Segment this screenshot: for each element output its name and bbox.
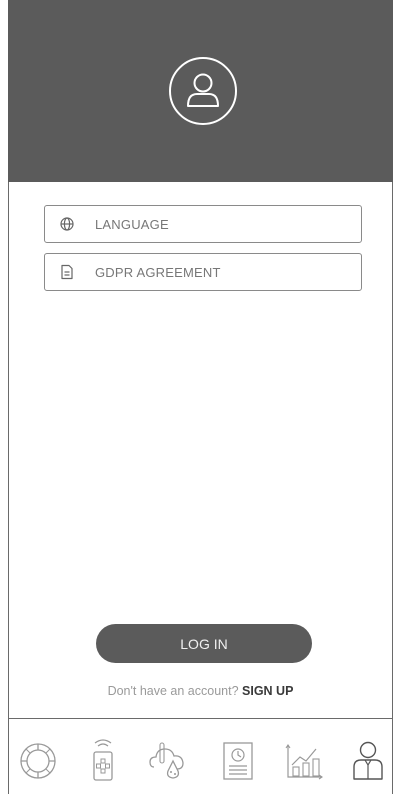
menu-item-gdpr-agreement[interactable]: GDPR AGREEMENT [44, 253, 362, 291]
nav-tab-profile[interactable] [346, 736, 390, 786]
menu-item-label: GDPR AGREEMENT [95, 264, 221, 280]
controller-icon [20, 743, 56, 779]
profile-header [8, 0, 393, 182]
menu-item-label: LANGUAGE [95, 216, 169, 232]
signup-prompt-text: Don't have an account? [107, 684, 243, 698]
nav-tab-report[interactable] [216, 736, 260, 786]
sign-up-link[interactable]: SIGN UP [242, 684, 293, 698]
log-in-button[interactable]: LOG IN [96, 624, 312, 663]
nav-tab-remote[interactable] [81, 736, 125, 786]
bottom-nav-divider [8, 718, 393, 719]
nav-tab-weather[interactable] [146, 736, 190, 786]
nav-tab-statistics[interactable] [282, 736, 326, 786]
profile-icon [353, 741, 383, 780]
nav-tab-controller[interactable] [16, 736, 60, 786]
statistics-icon [285, 744, 323, 780]
report-icon [223, 742, 253, 780]
document-icon [57, 262, 77, 282]
globe-icon [57, 214, 77, 234]
remote-icon [93, 739, 113, 781]
weather-icon [149, 742, 184, 779]
signup-prompt: Don't have an account? SIGN UP [8, 684, 393, 698]
user-circle-icon[interactable] [167, 55, 239, 127]
menu-item-language[interactable]: LANGUAGE [44, 205, 362, 243]
